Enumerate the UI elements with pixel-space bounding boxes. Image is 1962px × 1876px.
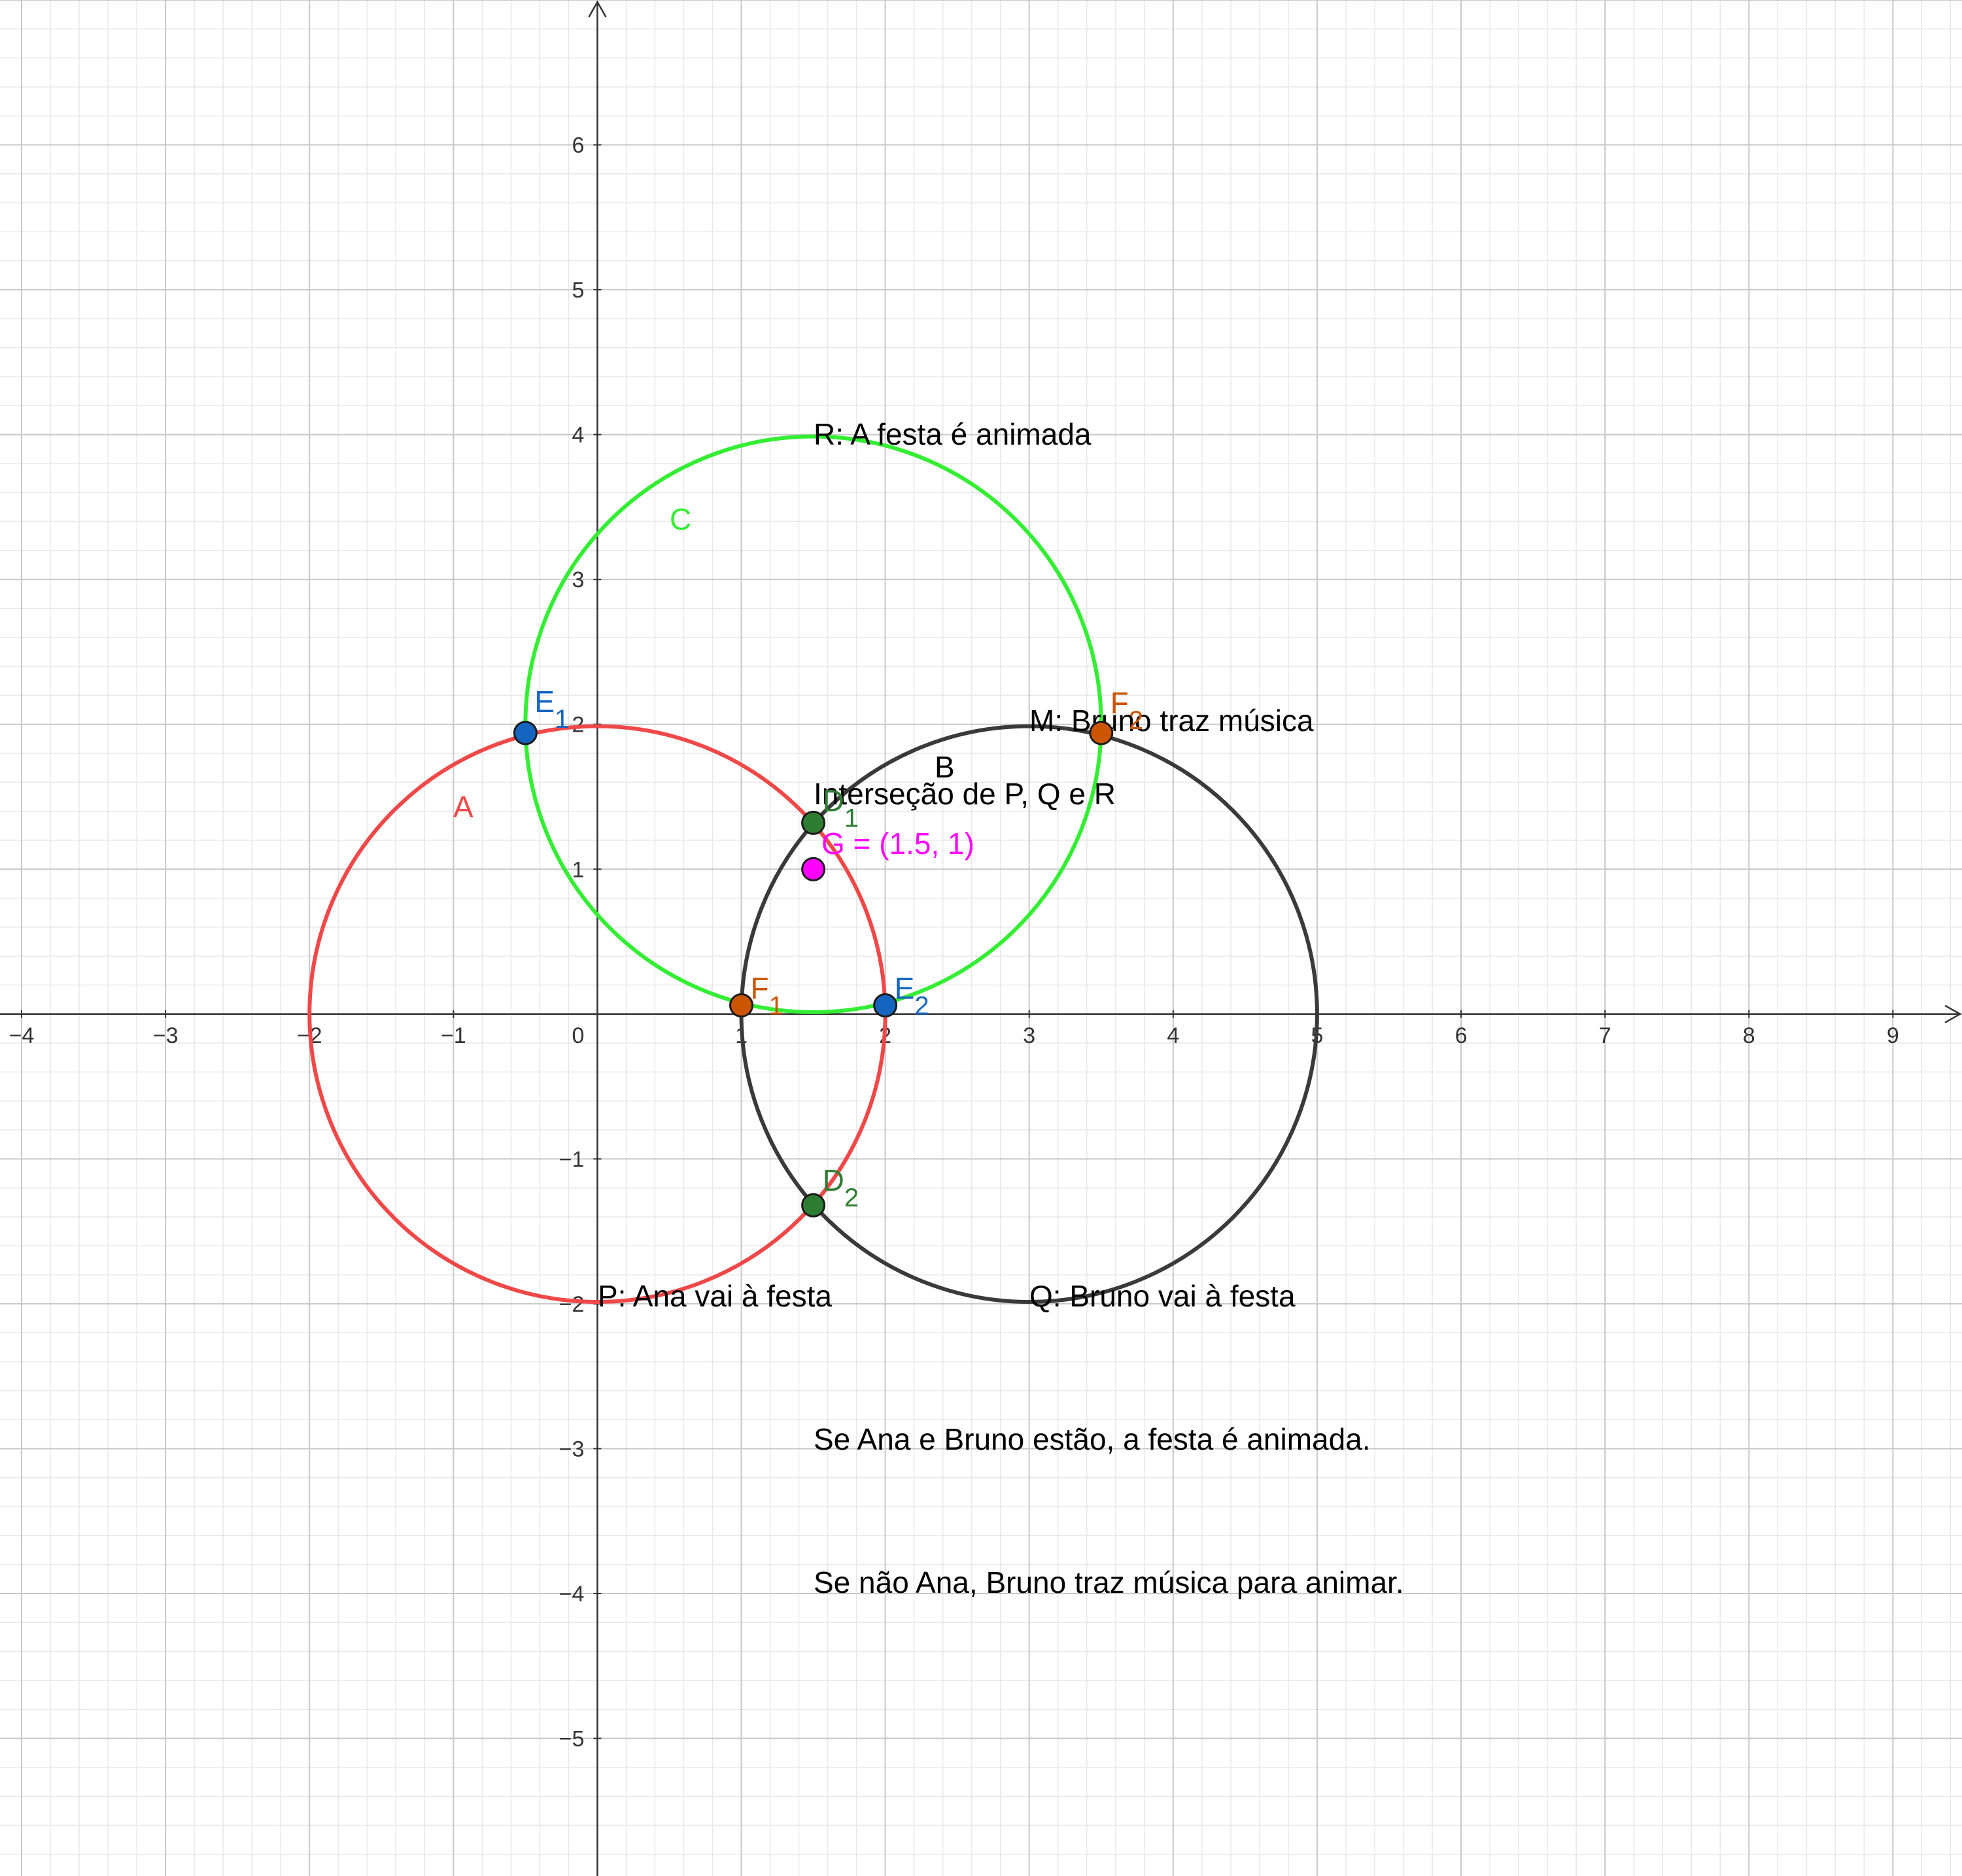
x-tick-label: 3 (1023, 1023, 1035, 1048)
points: E1E2F1F2D1D2 (513, 685, 1143, 1218)
label-q: Q: Bruno vai à festa (1029, 1279, 1296, 1313)
x-tick-label: −3 (153, 1023, 179, 1048)
point-d2[interactable] (801, 1193, 826, 1218)
point-f1[interactable] (729, 993, 754, 1018)
y-tick-label: 3 (572, 568, 585, 592)
y-tick-label: 4 (572, 423, 585, 448)
y-tick-label: 6 (572, 133, 585, 158)
point-label-e2: E2 (895, 972, 929, 1021)
rule-2: Se não Ana, Bruno traz música para anima… (814, 1565, 1404, 1599)
x-tick-label: 7 (1599, 1023, 1611, 1048)
x-tick-label: 0 (572, 1023, 585, 1048)
x-tick-label: 9 (1887, 1023, 1899, 1048)
point-g[interactable] (801, 857, 826, 881)
x-tick-label: 4 (1167, 1023, 1179, 1048)
geometry-canvas[interactable]: −4 −3 −2 −1 0 1 2 3 4 5 6 7 8 9 654321−1−2−3−4−5 A B … (0, 0, 1962, 1876)
label-intersection: Interseção de P, Q e R (814, 777, 1116, 811)
y-tick-label: −3 (559, 1437, 585, 1461)
y-tick-label: 1 (572, 857, 585, 882)
y-tick-labels: 654321−1−2−3−4−5 (559, 133, 602, 1752)
y-tick-label: −4 (559, 1582, 585, 1607)
x-tick-label: 6 (1455, 1023, 1468, 1048)
x-tick-label: −1 (441, 1023, 466, 1048)
label-m: M: Bruno traz música (1029, 704, 1314, 738)
point-e1[interactable] (513, 721, 538, 745)
x-tick-labels: −4 −3 −2 −1 0 1 2 3 4 5 6 7 8 9 (9, 1010, 1899, 1048)
rule-1: Se Ana e Bruno estão, a festa é animada. (814, 1422, 1371, 1456)
point-f2[interactable] (1089, 721, 1114, 745)
y-tick-label: −2 (559, 1292, 585, 1317)
x-tick-label: 8 (1743, 1023, 1755, 1048)
circle-c-label: C (670, 502, 691, 536)
circle-a-label: A (453, 790, 473, 824)
point-e2[interactable] (873, 993, 898, 1018)
label-r: R: A festa é animada (814, 417, 1092, 451)
y-tick-label: −5 (559, 1727, 585, 1752)
point-d1[interactable] (801, 810, 826, 835)
x-tick-label: −4 (9, 1023, 35, 1048)
y-tick-label: 5 (572, 278, 585, 303)
point-label-f1: F1 (751, 972, 783, 1021)
label-p: P: Ana vai à festa (598, 1279, 832, 1313)
y-tick-label: −1 (559, 1147, 585, 1172)
